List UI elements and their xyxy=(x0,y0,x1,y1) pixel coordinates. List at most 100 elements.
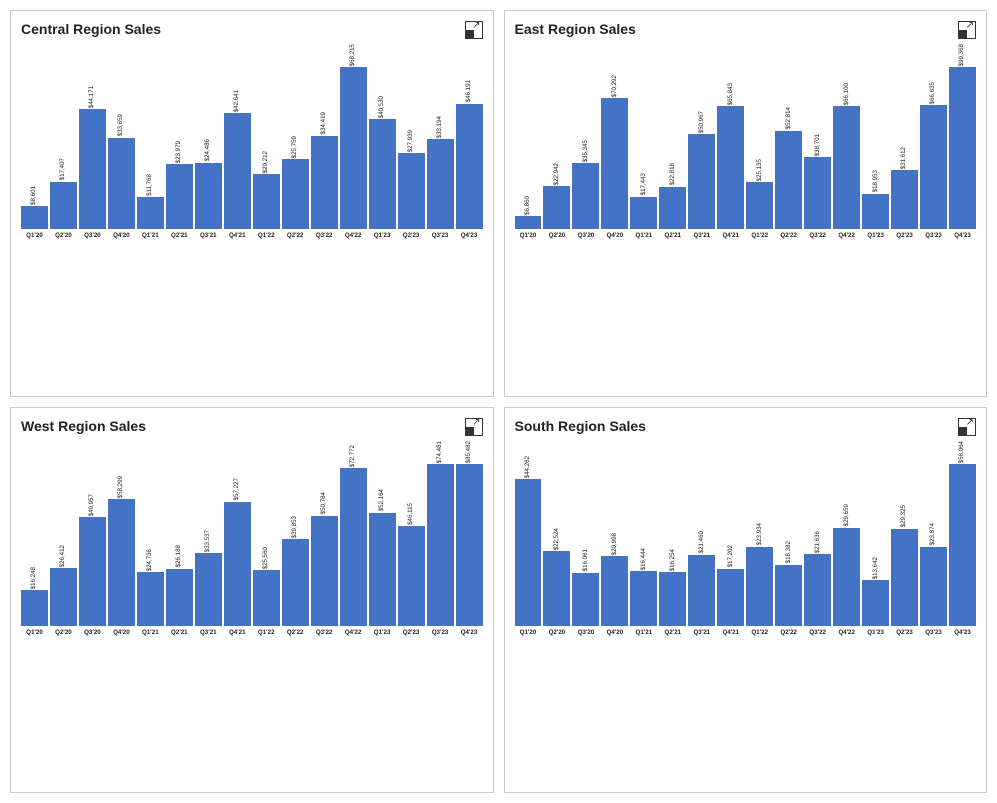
bar-rect xyxy=(21,590,48,625)
x-label: Q3'20 xyxy=(572,232,599,240)
bar-value-label: $11,768 xyxy=(147,174,153,196)
expand-icon-south[interactable] xyxy=(958,418,976,436)
x-label: Q2'23 xyxy=(398,232,425,240)
bar-rect xyxy=(601,98,628,229)
expand-icon-west[interactable] xyxy=(465,418,483,436)
xlabels-south: Q1'20Q2'20Q3'20Q4'20Q1'21Q2'21Q3'21Q4'21… xyxy=(515,629,977,637)
bar-col: $85,482 xyxy=(456,441,483,626)
x-label: Q4'20 xyxy=(108,232,135,240)
x-label: Q1'23 xyxy=(369,629,396,637)
x-label: Q2'20 xyxy=(50,232,77,240)
x-label: Q1'21 xyxy=(630,232,657,240)
bar-col: $26,188 xyxy=(166,441,193,626)
x-label: Q2'21 xyxy=(659,232,686,240)
bar-col: $22,942 xyxy=(543,44,570,229)
bar-value-label: $22,524 xyxy=(554,528,560,550)
bar-col: $70,292 xyxy=(601,44,628,229)
bar-value-label: $26,188 xyxy=(176,545,182,567)
x-label: Q2'21 xyxy=(659,629,686,637)
x-label: Q2'22 xyxy=(282,232,309,240)
bar-value-label: $68,215 xyxy=(350,44,356,66)
x-label: Q2'20 xyxy=(543,232,570,240)
chart-body-west: $16,248$26,412$49,957$58,299$24,736$26,1… xyxy=(21,441,483,788)
x-label: Q1'20 xyxy=(515,232,542,240)
bar-value-label: $70,292 xyxy=(612,75,618,97)
bar-rect xyxy=(108,138,135,229)
bar-value-label: $23,934 xyxy=(757,523,763,545)
bar-value-label: $22,818 xyxy=(670,163,676,185)
bar-col: $17,407 xyxy=(50,44,77,229)
bar-value-label: $21,636 xyxy=(815,531,821,553)
chart-body-south: $44,262$22,524$16,061$20,998$16,444$16,2… xyxy=(515,441,977,788)
bar-value-label: $24,736 xyxy=(147,549,153,571)
x-label: Q3'20 xyxy=(572,629,599,637)
bar-col: $16,254 xyxy=(659,441,686,626)
bar-rect xyxy=(79,517,106,625)
bar-col: $31,612 xyxy=(891,44,918,229)
bar-rect xyxy=(50,568,77,625)
expand-icon-east[interactable] xyxy=(958,21,976,39)
bar-rect xyxy=(920,105,947,229)
x-label: Q3'22 xyxy=(311,629,338,637)
x-label: Q4'21 xyxy=(224,232,251,240)
bar-value-label: $23,874 xyxy=(930,523,936,545)
bar-value-label: $25,135 xyxy=(757,159,763,181)
bar-col: $33,659 xyxy=(108,44,135,229)
x-label: Q1'21 xyxy=(137,232,164,240)
bar-value-label: $16,444 xyxy=(641,548,647,570)
x-label: Q4'20 xyxy=(601,629,628,637)
x-label: Q2'20 xyxy=(543,629,570,637)
x-label: Q2'22 xyxy=(282,629,309,637)
bar-value-label: $44,171 xyxy=(89,86,95,108)
bar-col: $22,818 xyxy=(659,44,686,229)
expand-icon-central[interactable] xyxy=(465,21,483,39)
bars-row-central: $8,601$17,407$44,171$33,659$11,768$23,97… xyxy=(21,44,483,229)
bar-col: $20,212 xyxy=(253,44,280,229)
bar-rect xyxy=(79,109,106,229)
chart-title-west: West Region Sales xyxy=(21,418,146,434)
bar-col: $33,194 xyxy=(427,44,454,229)
bar-value-label: $23,979 xyxy=(176,141,182,163)
bar-col: $18,382 xyxy=(775,441,802,626)
bar-value-label: $74,481 xyxy=(437,441,443,463)
bar-rect xyxy=(311,136,338,229)
bar-rect xyxy=(166,164,193,229)
bar-value-label: $33,194 xyxy=(437,116,443,138)
bar-col: $24,486 xyxy=(195,44,222,229)
bar-col: $22,524 xyxy=(543,441,570,626)
bar-col: $58,299 xyxy=(108,441,135,626)
bar-col: $44,171 xyxy=(79,44,106,229)
chart-panel-west: West Region Sales$16,248$26,412$49,957$5… xyxy=(10,407,494,794)
bar-value-label: $29,659 xyxy=(844,504,850,526)
x-label: Q3'20 xyxy=(79,629,106,637)
bar-rect xyxy=(137,572,164,626)
x-label: Q1'20 xyxy=(21,232,48,240)
bar-value-label: $31,612 xyxy=(901,147,907,169)
x-label: Q4'23 xyxy=(949,232,976,240)
x-label: Q3'20 xyxy=(79,232,106,240)
xlabels-east: Q1'20Q2'20Q3'20Q4'20Q1'21Q2'21Q3'21Q4'21… xyxy=(515,232,977,240)
x-label: Q3'21 xyxy=(688,629,715,637)
x-label: Q1'20 xyxy=(21,629,48,637)
bar-rect xyxy=(630,571,657,625)
bar-value-label: $13,642 xyxy=(873,557,879,579)
bar-value-label: $85,482 xyxy=(466,441,472,463)
bar-rect xyxy=(108,499,135,625)
chart-title-south: South Region Sales xyxy=(515,418,646,434)
bar-value-label: $46,115 xyxy=(408,503,414,525)
bar-rect xyxy=(340,468,367,625)
bar-rect xyxy=(659,572,686,626)
bar-rect xyxy=(282,539,309,625)
bar-value-label: $58,299 xyxy=(118,476,124,498)
bar-value-label: $34,419 xyxy=(321,112,327,134)
bar-value-label: $17,443 xyxy=(641,173,647,195)
bar-value-label: $38,701 xyxy=(815,134,821,156)
chart-header-east: East Region Sales xyxy=(515,21,977,39)
bar-col: $16,061 xyxy=(572,441,599,626)
bar-rect xyxy=(572,573,599,626)
bar-rect xyxy=(920,547,947,626)
x-label: Q3'23 xyxy=(920,629,947,637)
bar-value-label: $52,164 xyxy=(379,489,385,511)
x-label: Q3'22 xyxy=(804,629,831,637)
chart-header-west: West Region Sales xyxy=(21,418,483,436)
